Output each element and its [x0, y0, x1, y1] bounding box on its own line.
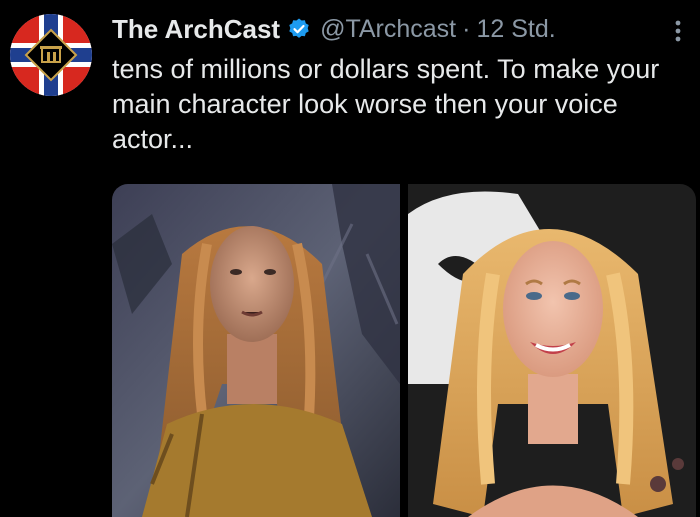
tweet-text: tens of millions or dollars spent. To ma…: [112, 54, 660, 154]
tweet-header: The ArchCast @TArchcast · 12 Std.: [112, 12, 556, 46]
media-photo-game-character[interactable]: [112, 184, 400, 517]
display-name[interactable]: The ArchCast: [112, 14, 280, 45]
more-options-icon[interactable]: [668, 16, 688, 46]
tweet-media[interactable]: [112, 184, 696, 517]
archcast-logo-icon: [10, 14, 92, 96]
author-handle[interactable]: @TArchcast: [320, 15, 456, 44]
media-photo-actress[interactable]: [408, 184, 696, 517]
avatar[interactable]: [10, 14, 92, 96]
timestamp[interactable]: 12 Std.: [476, 15, 555, 44]
separator-dot: ·: [462, 14, 471, 43]
verified-badge-icon: [287, 17, 311, 41]
